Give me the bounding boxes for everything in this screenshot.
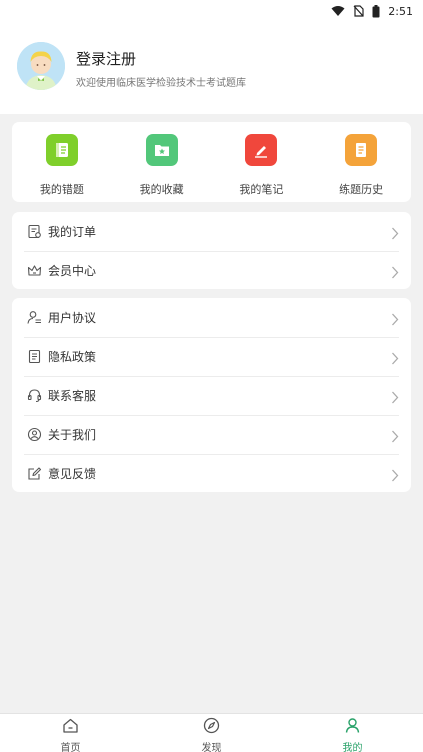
- menu-my-orders[interactable]: 我的订单: [12, 212, 411, 251]
- wifi-icon: [331, 5, 345, 17]
- menu-privacy-policy[interactable]: 隐私政策: [12, 337, 411, 376]
- feedback-edit-icon: [26, 466, 42, 482]
- no-sim-icon: [353, 5, 364, 17]
- mistakes-book-icon: [45, 134, 78, 166]
- menu-label: 用户协议: [48, 311, 97, 325]
- menu-about-us[interactable]: 关于我们: [12, 415, 411, 454]
- profile-header[interactable]: 登录注册 欢迎使用临床医学检验技术士考试题库: [0, 22, 423, 114]
- menu-label: 隐私政策: [48, 350, 97, 364]
- menu-member-center[interactable]: 会员中心: [12, 251, 411, 290]
- tab-label: 我的: [342, 743, 363, 752]
- bottom-tab-bar: 首页 发现 我的: [0, 713, 423, 752]
- chevron-right-icon: [391, 225, 399, 244]
- tab-mine[interactable]: 我的: [282, 714, 423, 752]
- history-document-icon: [345, 134, 378, 166]
- chevron-right-icon: [391, 428, 399, 447]
- menu-contact-service[interactable]: 联系客服: [12, 376, 411, 415]
- avatar-icon[interactable]: [17, 42, 65, 90]
- login-register-title[interactable]: 登录注册: [76, 48, 136, 69]
- menu-label: 意见反馈: [48, 467, 97, 481]
- status-time: 2:51: [388, 4, 413, 18]
- quick-action-history[interactable]: 练题历史: [311, 122, 411, 202]
- chevron-right-icon: [391, 264, 399, 283]
- quick-action-label: 我的笔记: [239, 183, 284, 196]
- chevron-right-icon: [391, 467, 399, 486]
- headset-icon: [26, 388, 42, 404]
- menu-user-agreement[interactable]: 用户协议: [12, 298, 411, 337]
- quick-action-label: 练题历史: [339, 183, 384, 196]
- about-user-icon: [26, 427, 42, 443]
- menu-label: 关于我们: [48, 428, 97, 442]
- user-agreement-icon: [26, 310, 42, 326]
- order-icon: [26, 224, 42, 240]
- quick-action-label: 我的收藏: [139, 183, 184, 196]
- tab-label: 首页: [60, 743, 81, 752]
- menu-feedback[interactable]: 意见反馈: [12, 454, 411, 493]
- menu-label: 我的订单: [48, 225, 97, 239]
- quick-action-favorites[interactable]: 我的收藏: [112, 122, 212, 202]
- tab-home[interactable]: 首页: [0, 714, 141, 752]
- quick-action-mistakes[interactable]: 我的错题: [12, 122, 112, 202]
- chevron-right-icon: [391, 389, 399, 408]
- compass-icon: [203, 717, 220, 738]
- profile-icon: [344, 717, 361, 738]
- home-icon: [62, 717, 79, 738]
- orders-card: 我的订单 会员中心: [12, 212, 411, 289]
- privacy-document-icon: [26, 349, 42, 365]
- welcome-subtitle: 欢迎使用临床医学检验技术士考试题库: [76, 78, 246, 89]
- menu-label: 会员中心: [48, 264, 97, 278]
- status-bar: 2:51: [0, 0, 423, 22]
- notes-pencil-icon: [245, 134, 278, 166]
- quick-action-notes[interactable]: 我的笔记: [212, 122, 312, 202]
- battery-icon: [372, 4, 380, 18]
- favorites-folder-icon: [145, 134, 178, 166]
- menu-label: 联系客服: [48, 389, 97, 403]
- crown-icon: [26, 263, 42, 279]
- chevron-right-icon: [391, 311, 399, 330]
- quick-action-label: 我的错题: [39, 183, 84, 196]
- chevron-right-icon: [391, 350, 399, 369]
- quick-actions-card: 我的错题 我的收藏 我的笔记 练题历史: [12, 122, 411, 202]
- tab-discover[interactable]: 发现: [141, 714, 282, 752]
- tab-label: 发现: [201, 743, 222, 752]
- settings-card: 用户协议 隐私政策 联系客服 关于我们 意见反馈: [12, 298, 411, 492]
